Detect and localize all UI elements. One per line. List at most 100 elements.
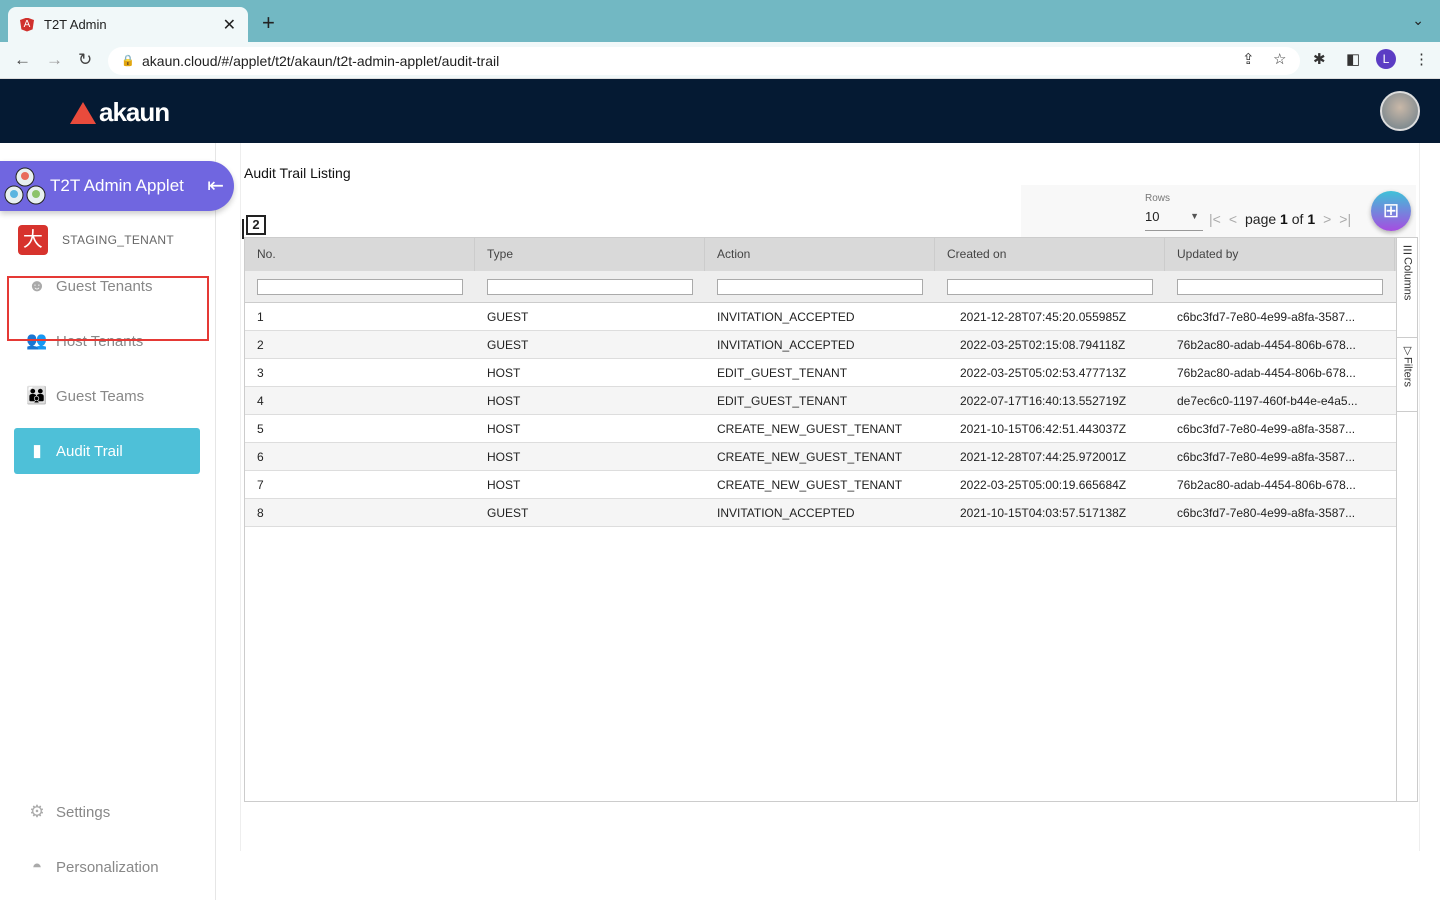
table-row[interactable]: 1 GUEST INVITATION_ACCEPTED 2021-12-28T07:4… — [245, 303, 1396, 331]
grid-view-button[interactable]: ⊞ — [1371, 191, 1411, 231]
table-cell: c6bc3fd7-7e80-4e99-a8fa-3587... — [1177, 310, 1356, 324]
table-cell: c6bc3fd7-7e80-4e99-a8fa-3587... — [1177, 506, 1356, 520]
angular-favicon-icon: A — [20, 17, 34, 32]
reload-icon[interactable]: ↻ — [78, 50, 92, 70]
page-label: page — [1245, 211, 1277, 227]
logo-triangle-icon — [70, 101, 96, 124]
filter-cell — [1165, 271, 1395, 302]
sidebar-item-label: Audit Trail — [56, 442, 123, 460]
table-cell: GUEST — [487, 338, 529, 352]
column-filter-input[interactable] — [717, 278, 923, 295]
column-filter-input[interactable] — [257, 278, 463, 295]
table-cell: EDIT_GUEST_TENANT — [717, 394, 848, 408]
table-row[interactable]: 7 HOST CREATE_NEW_GUEST_TENANT 2022-03-25T0… — [245, 471, 1396, 499]
next-page-icon[interactable]: > — [1323, 211, 1331, 227]
gear-icon: ⚙ — [29, 802, 45, 821]
exit-applet-icon[interactable]: ⇤ — [207, 173, 224, 198]
new-tab-icon[interactable]: + — [262, 10, 275, 36]
person-icon: ◓ — [31, 857, 43, 876]
table-cell: 1 — [257, 310, 264, 324]
share-icon[interactable]: ⇪ — [1242, 50, 1255, 68]
pagination: Rows 10 ▼ |< < page 1 of 1 > >| — [1021, 185, 1416, 237]
sidebar-item-personalization[interactable]: ◓ Personalization — [14, 844, 200, 890]
table-cell: 2 — [257, 338, 264, 352]
filter-icon: ▽ — [1401, 344, 1413, 357]
profile-avatar[interactable]: L — [1376, 49, 1396, 69]
highlight-box — [7, 276, 209, 341]
tenant-selector[interactable]: 大 STAGING_TENANT — [18, 225, 174, 255]
people-network-icon — [4, 167, 46, 205]
record-count-badge: 2 — [246, 215, 266, 235]
sidebar-item-audit-trail[interactable]: ▮ Audit Trail — [14, 428, 200, 474]
dropdown-arrow-icon: ▼ — [1190, 211, 1199, 221]
tab-title: T2T Admin — [44, 17, 107, 32]
menu-icon[interactable]: ⋮ — [1414, 50, 1429, 68]
table-cell: 2021-12-28T07:45:20.055985Z — [960, 310, 1127, 324]
close-tab-icon[interactable]: ✕ — [223, 15, 236, 35]
address-bar: ← → ↻ 🔒 akaun.cloud/#/applet/t2t/akaun/t2… — [0, 42, 1440, 79]
table-header: No. Type Action Created on Updated by — [245, 238, 1396, 271]
tenant-logo-icon: 大 — [18, 225, 48, 255]
extensions-icon[interactable]: ✱ — [1313, 50, 1326, 68]
column-filter-input[interactable] — [487, 278, 693, 295]
browser-tab[interactable]: A T2T Admin ✕ — [8, 7, 248, 42]
table-cell: 2022-07-17T16:40:13.552719Z — [960, 394, 1127, 408]
filter-cell — [475, 271, 705, 302]
table-cell: HOST — [487, 422, 521, 436]
table-row[interactable]: 2 GUEST INVITATION_ACCEPTED 2022-03-25T02:1… — [245, 331, 1396, 359]
table-row[interactable]: 6 HOST CREATE_NEW_GUEST_TENANT 2021-12-28T0… — [245, 443, 1396, 471]
last-page-icon[interactable]: >| — [1339, 211, 1351, 227]
filter-cell — [245, 271, 475, 302]
table-cell: 3 — [257, 366, 264, 380]
table-cell: 5 — [257, 422, 264, 436]
back-icon[interactable]: ← — [14, 50, 31, 70]
table-cell: 2022-03-25T02:15:08.794118Z — [960, 338, 1126, 352]
columns-panel-button[interactable]: ☰ Columns — [1397, 238, 1418, 338]
akaun-logo[interactable]: akaun — [70, 97, 170, 128]
table-cell: de7ec6c0-1197-460f-b44e-e4a5... — [1177, 394, 1358, 408]
table-row[interactable]: 8 GUEST INVITATION_ACCEPTED 2021-10-15T04:0… — [245, 499, 1396, 527]
column-filter-input[interactable] — [1177, 278, 1383, 295]
table-cell: INVITATION_ACCEPTED — [717, 310, 855, 324]
sidebar-item-settings[interactable]: ⚙ Settings — [14, 789, 200, 835]
table-cell: CREATE_NEW_GUEST_TENANT — [717, 450, 903, 464]
table-cell: HOST — [487, 394, 521, 408]
table-cell: HOST — [487, 478, 521, 492]
column-header[interactable]: Created on — [935, 238, 1165, 271]
filters-panel-button[interactable]: ▽ Filters — [1397, 338, 1418, 412]
url-input[interactable]: 🔒 akaun.cloud/#/applet/t2t/akaun/t2t-admi… — [108, 47, 1300, 75]
table-cell: CREATE_NEW_GUEST_TENANT — [717, 478, 903, 492]
table-cell: 2022-03-25T05:00:19.665684Z — [960, 478, 1127, 492]
column-filter-input[interactable] — [947, 278, 1153, 295]
column-header[interactable]: Updated by — [1165, 238, 1395, 271]
book-icon: ▮ — [32, 441, 42, 460]
table-cell: INVITATION_ACCEPTED — [717, 338, 855, 352]
table-cell: EDIT_GUEST_TENANT — [717, 366, 848, 380]
sidebar-item-guest-teams[interactable]: 👪 Guest Teams — [14, 373, 200, 419]
first-page-icon[interactable]: |< — [1209, 211, 1221, 227]
columns-icon: ☰ — [1401, 244, 1413, 257]
app-header: akaun — [0, 79, 1440, 143]
table-cell: 76b2ac80-adab-4454-806b-678... — [1177, 338, 1356, 352]
tab-list-chevron-icon[interactable]: ⌄ — [1412, 12, 1424, 29]
rows-per-page-select[interactable]: 10 ▼ — [1145, 209, 1203, 231]
prev-page-icon[interactable]: < — [1229, 211, 1237, 227]
column-header[interactable]: Type — [475, 238, 705, 271]
table-cell: c6bc3fd7-7e80-4e99-a8fa-3587... — [1177, 422, 1356, 436]
user-avatar[interactable] — [1380, 91, 1420, 131]
column-header[interactable]: No. — [245, 238, 475, 271]
table-row[interactable]: 4 HOST EDIT_GUEST_TENANT 2022-07-17T16:40:1… — [245, 387, 1396, 415]
team-icon: 👪 — [26, 386, 48, 405]
sidebar-icon[interactable]: ◧ — [1346, 50, 1360, 68]
star-icon[interactable]: ☆ — [1273, 50, 1286, 68]
rows-label: Rows — [1145, 193, 1171, 204]
side-panel: ☰ Columns ▽ Filters — [1396, 238, 1418, 801]
columns-label: Columns — [1401, 257, 1414, 301]
sidebar-item-label: Settings — [56, 803, 111, 821]
table-cell: GUEST — [487, 506, 529, 520]
table-row[interactable]: 3 HOST EDIT_GUEST_TENANT 2022-03-25T05:02:5… — [245, 359, 1396, 387]
column-header[interactable]: Action — [705, 238, 935, 271]
table-row[interactable]: 5 HOST CREATE_NEW_GUEST_TENANT 2021-10-15T0… — [245, 415, 1396, 443]
table-cell: 76b2ac80-adab-4454-806b-678... — [1177, 366, 1356, 380]
forward-icon[interactable]: → — [46, 50, 63, 70]
